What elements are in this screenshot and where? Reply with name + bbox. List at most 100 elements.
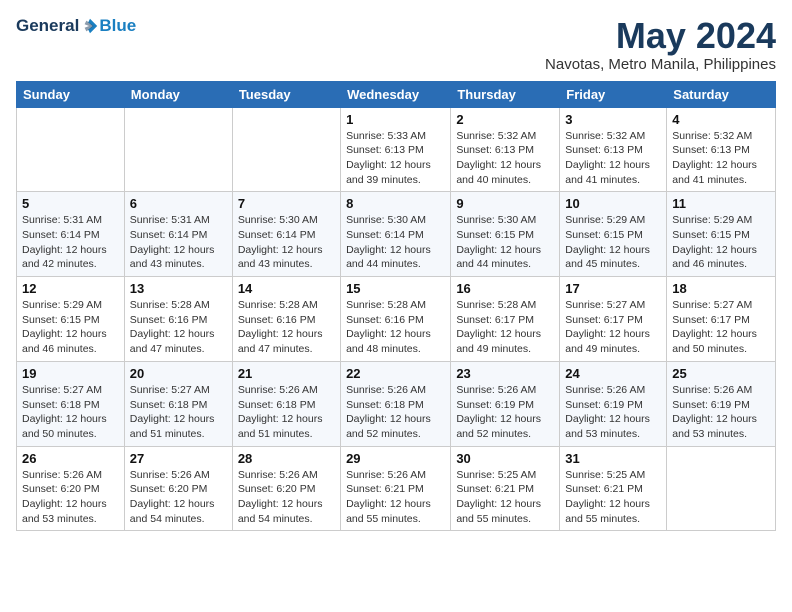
calendar-cell: 16 Sunrise: 5:28 AM Sunset: 6:17 PM Dayli… [451, 277, 560, 362]
week-row-5: 26 Sunrise: 5:26 AM Sunset: 6:20 PM Dayli… [17, 446, 776, 531]
day-info: Sunrise: 5:26 AM Sunset: 6:20 PM Dayligh… [22, 468, 119, 527]
calendar-body: 1Sunrise: 5:33 AM Sunset: 6:13 PM Daylig… [17, 107, 776, 531]
calendar-cell: 9Sunrise: 5:30 AM Sunset: 6:15 PM Daylig… [451, 192, 560, 277]
calendar-cell: 2 Sunrise: 5:32 AM Sunset: 6:13 PM Daylig… [451, 107, 560, 192]
day-number: 26 [22, 451, 119, 466]
day-info: Sunrise: 5:32 AM Sunset: 6:13 PM Dayligh… [565, 129, 661, 188]
calendar-cell: 1Sunrise: 5:33 AM Sunset: 6:13 PM Daylig… [341, 107, 451, 192]
calendar-cell: 22 Sunrise: 5:26 AM Sunset: 6:18 PM Dayli… [341, 361, 451, 446]
day-info: Sunrise: 5:26 AM Sunset: 6:19 PM Dayligh… [672, 383, 770, 442]
day-info: Sunrise: 5:28 AM Sunset: 6:16 PM Dayligh… [238, 298, 335, 357]
day-number: 13 [130, 281, 227, 296]
day-info: Sunrise: 5:26 AM Sunset: 6:20 PM Dayligh… [130, 468, 227, 527]
location-text: Navotas, Metro Manila, Philippines [545, 56, 776, 73]
calendar-cell: 25 Sunrise: 5:26 AM Sunset: 6:19 PM Dayli… [667, 361, 776, 446]
calendar-cell: 23Sunrise: 5:26 AM Sunset: 6:19 PM Dayli… [451, 361, 560, 446]
calendar-cell: 8 Sunrise: 5:30 AM Sunset: 6:14 PM Daylig… [341, 192, 451, 277]
day-info: Sunrise: 5:32 AM Sunset: 6:13 PM Dayligh… [456, 129, 554, 188]
day-number: 23 [456, 366, 554, 381]
weekday-thursday: Thursday [451, 81, 560, 107]
month-title: May 2024 [545, 16, 776, 56]
day-info: Sunrise: 5:27 AM Sunset: 6:18 PM Dayligh… [130, 383, 227, 442]
day-info: Sunrise: 5:26 AM Sunset: 6:18 PM Dayligh… [346, 383, 445, 442]
day-number: 12 [22, 281, 119, 296]
day-number: 25 [672, 366, 770, 381]
calendar-cell: 4 Sunrise: 5:32 AM Sunset: 6:13 PM Daylig… [667, 107, 776, 192]
week-row-2: 5 Sunrise: 5:31 AM Sunset: 6:14 PM Daylig… [17, 192, 776, 277]
week-row-1: 1Sunrise: 5:33 AM Sunset: 6:13 PM Daylig… [17, 107, 776, 192]
title-area: May 2024 Navotas, Metro Manila, Philippi… [545, 16, 776, 73]
day-number: 16 [456, 281, 554, 296]
calendar-cell: 7 Sunrise: 5:30 AM Sunset: 6:14 PM Daylig… [232, 192, 340, 277]
calendar-cell: 12Sunrise: 5:29 AM Sunset: 6:15 PM Dayli… [17, 277, 125, 362]
logo-general-text: General [16, 16, 79, 36]
weekday-sunday: Sunday [17, 81, 125, 107]
day-number: 2 [456, 112, 554, 127]
week-row-4: 19 Sunrise: 5:27 AM Sunset: 6:18 PM Dayli… [17, 361, 776, 446]
day-info: Sunrise: 5:33 AM Sunset: 6:13 PM Dayligh… [346, 129, 445, 188]
calendar-cell: 15 Sunrise: 5:28 AM Sunset: 6:16 PM Dayli… [341, 277, 451, 362]
day-info: Sunrise: 5:25 AM Sunset: 6:21 PM Dayligh… [456, 468, 554, 527]
day-info: Sunrise: 5:27 AM Sunset: 6:17 PM Dayligh… [672, 298, 770, 357]
day-number: 31 [565, 451, 661, 466]
calendar-cell: 20 Sunrise: 5:27 AM Sunset: 6:18 PM Dayli… [124, 361, 232, 446]
calendar-cell: 28 Sunrise: 5:26 AM Sunset: 6:20 PM Dayli… [232, 446, 340, 531]
day-number: 11 [672, 196, 770, 211]
day-info: Sunrise: 5:31 AM Sunset: 6:14 PM Dayligh… [130, 213, 227, 272]
calendar-cell: 26 Sunrise: 5:26 AM Sunset: 6:20 PM Dayli… [17, 446, 125, 531]
weekday-monday: Monday [124, 81, 232, 107]
day-info: Sunrise: 5:30 AM Sunset: 6:14 PM Dayligh… [238, 213, 335, 272]
day-number: 24 [565, 366, 661, 381]
day-number: 18 [672, 281, 770, 296]
day-info: Sunrise: 5:27 AM Sunset: 6:17 PM Dayligh… [565, 298, 661, 357]
day-number: 29 [346, 451, 445, 466]
logo-blue-text: Blue [99, 16, 136, 36]
calendar-cell: 27 Sunrise: 5:26 AM Sunset: 6:20 PM Dayli… [124, 446, 232, 531]
calendar-cell: 30 Sunrise: 5:25 AM Sunset: 6:21 PM Dayli… [451, 446, 560, 531]
day-info: Sunrise: 5:29 AM Sunset: 6:15 PM Dayligh… [565, 213, 661, 272]
weekday-friday: Friday [560, 81, 667, 107]
day-number: 27 [130, 451, 227, 466]
calendar-cell: 11Sunrise: 5:29 AM Sunset: 6:15 PM Dayli… [667, 192, 776, 277]
day-info: Sunrise: 5:27 AM Sunset: 6:18 PM Dayligh… [22, 383, 119, 442]
calendar-cell: 24 Sunrise: 5:26 AM Sunset: 6:19 PM Dayli… [560, 361, 667, 446]
day-info: Sunrise: 5:26 AM Sunset: 6:19 PM Dayligh… [565, 383, 661, 442]
calendar-cell: 18 Sunrise: 5:27 AM Sunset: 6:17 PM Dayli… [667, 277, 776, 362]
day-info: Sunrise: 5:31 AM Sunset: 6:14 PM Dayligh… [22, 213, 119, 272]
day-number: 20 [130, 366, 227, 381]
day-number: 30 [456, 451, 554, 466]
calendar-cell [232, 107, 340, 192]
calendar-cell: 14 Sunrise: 5:28 AM Sunset: 6:16 PM Dayli… [232, 277, 340, 362]
calendar-cell [17, 107, 125, 192]
day-info: Sunrise: 5:30 AM Sunset: 6:14 PM Dayligh… [346, 213, 445, 272]
day-number: 6 [130, 196, 227, 211]
calendar-cell: 19 Sunrise: 5:27 AM Sunset: 6:18 PM Dayli… [17, 361, 125, 446]
calendar-cell: 31Sunrise: 5:25 AM Sunset: 6:21 PM Dayli… [560, 446, 667, 531]
logo-icon [81, 17, 99, 35]
day-number: 22 [346, 366, 445, 381]
day-info: Sunrise: 5:28 AM Sunset: 6:16 PM Dayligh… [130, 298, 227, 357]
day-number: 4 [672, 112, 770, 127]
week-row-3: 12Sunrise: 5:29 AM Sunset: 6:15 PM Dayli… [17, 277, 776, 362]
day-info: Sunrise: 5:30 AM Sunset: 6:15 PM Dayligh… [456, 213, 554, 272]
day-info: Sunrise: 5:26 AM Sunset: 6:21 PM Dayligh… [346, 468, 445, 527]
day-info: Sunrise: 5:28 AM Sunset: 6:16 PM Dayligh… [346, 298, 445, 357]
day-number: 14 [238, 281, 335, 296]
calendar-cell: 3Sunrise: 5:32 AM Sunset: 6:13 PM Daylig… [560, 107, 667, 192]
day-number: 5 [22, 196, 119, 211]
day-info: Sunrise: 5:26 AM Sunset: 6:18 PM Dayligh… [238, 383, 335, 442]
weekday-wednesday: Wednesday [341, 81, 451, 107]
day-number: 19 [22, 366, 119, 381]
day-number: 10 [565, 196, 661, 211]
day-number: 7 [238, 196, 335, 211]
day-number: 28 [238, 451, 335, 466]
calendar-cell: 5 Sunrise: 5:31 AM Sunset: 6:14 PM Daylig… [17, 192, 125, 277]
weekday-tuesday: Tuesday [232, 81, 340, 107]
calendar-cell: 17Sunrise: 5:27 AM Sunset: 6:17 PM Dayli… [560, 277, 667, 362]
day-number: 8 [346, 196, 445, 211]
day-info: Sunrise: 5:26 AM Sunset: 6:20 PM Dayligh… [238, 468, 335, 527]
day-info: Sunrise: 5:28 AM Sunset: 6:17 PM Dayligh… [456, 298, 554, 357]
calendar-cell: 10 Sunrise: 5:29 AM Sunset: 6:15 PM Dayli… [560, 192, 667, 277]
day-number: 15 [346, 281, 445, 296]
day-info: Sunrise: 5:32 AM Sunset: 6:13 PM Dayligh… [672, 129, 770, 188]
